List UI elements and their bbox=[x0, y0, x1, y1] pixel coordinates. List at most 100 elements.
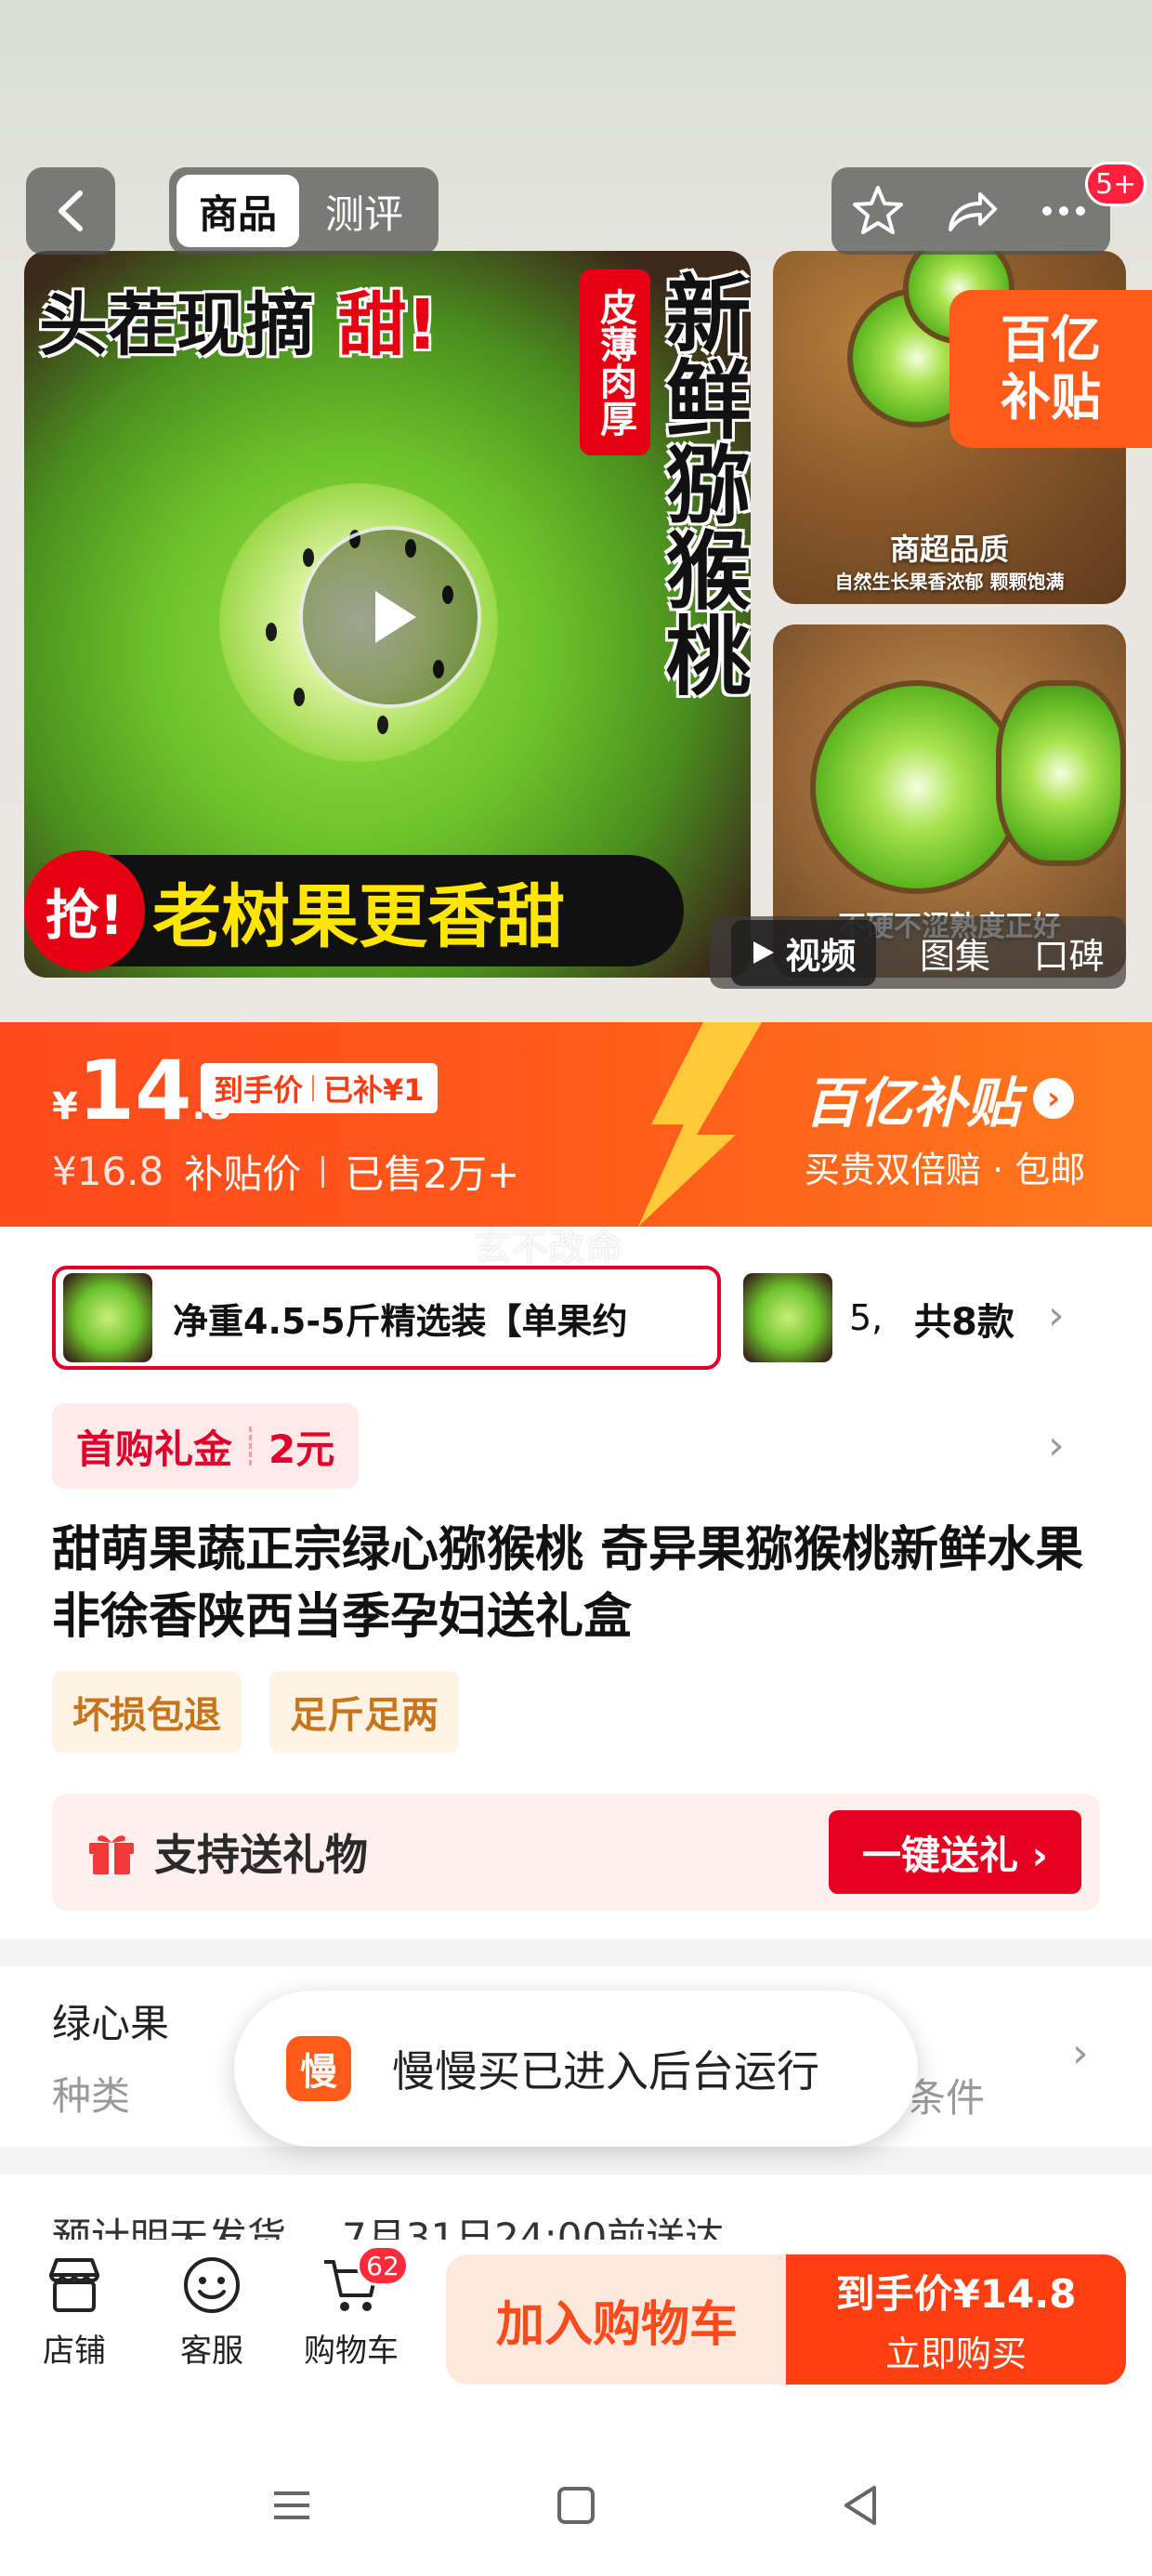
nav-cart-label: 购物车 bbox=[304, 2333, 399, 2370]
play-video-button[interactable] bbox=[299, 526, 481, 708]
old-price-label: 补贴价 bbox=[184, 1151, 302, 1197]
grab-icon: 抢! bbox=[24, 850, 145, 971]
sku-count[interactable]: 共8款 bbox=[914, 1292, 1015, 1346]
attribute-value: 绿心果 bbox=[52, 2001, 170, 2046]
subsidy-badge-line1: 百亿 bbox=[1001, 310, 1101, 369]
currency-symbol: ¥ bbox=[52, 1085, 78, 1128]
media-tab-gallery[interactable]: 图集 bbox=[920, 927, 990, 979]
menu-icon bbox=[274, 2491, 309, 2519]
buy-now-label: 立即购买 bbox=[884, 2333, 1027, 2374]
section-divider bbox=[0, 2147, 1152, 2175]
media-tab-video-label: 视频 bbox=[785, 935, 857, 977]
play-small-icon bbox=[753, 941, 775, 964]
buy-now-price: 到手价¥14.8 bbox=[835, 2271, 1077, 2317]
nav-service[interactable]: 客服 bbox=[156, 2253, 268, 2371]
more-icon[interactable] bbox=[1036, 183, 1092, 239]
favorite-star-icon[interactable] bbox=[850, 183, 906, 239]
thumb1-caption-title: 商超品质 bbox=[889, 532, 1009, 567]
bottom-action-bar: 店铺 客服 购物车 62 加入购物车 到手价¥14.8 立即购买 bbox=[0, 2240, 1152, 2422]
media-tab-reviews-label: 口碑 bbox=[1033, 935, 1105, 977]
kiwi-seed bbox=[294, 688, 305, 706]
sku-thumbnail bbox=[63, 1273, 152, 1362]
nav-shop[interactable]: 店铺 bbox=[19, 2253, 130, 2371]
sku-label: 净重4.5-5斤精选装【单果约 bbox=[173, 1300, 628, 1342]
subsidized-amount: 已补¥1 bbox=[323, 1072, 425, 1108]
sku-option[interactable]: 5, bbox=[743, 1266, 888, 1370]
image-headline: 头茬现摘 甜! bbox=[39, 269, 439, 369]
main-product-image[interactable]: 头茬现摘 甜! 皮薄肉厚 新鲜猕猴桃 抢! 老树果更香甜 bbox=[24, 251, 751, 978]
tag-separator bbox=[312, 1075, 315, 1101]
kiwi-seed bbox=[377, 716, 388, 734]
headline-prefix: 头茬现摘 bbox=[39, 285, 314, 365]
service-tags: 坏损包退 足斤足两 bbox=[52, 1671, 487, 1753]
product-title: 甜萌果蔬正宗绿心猕猴桃 奇异果猕猴桃新鲜水果非徐香陕西当季孕妇送礼盒 bbox=[52, 1522, 1084, 1645]
service-tag: 坏损包退 bbox=[52, 1671, 242, 1753]
product-gallery[interactable]: 头茬现摘 甜! 皮薄肉厚 新鲜猕猴桃 抢! 老树果更香甜 商超品质 自然生长果香… bbox=[0, 0, 1152, 1022]
nav-shop-label: 店铺 bbox=[43, 2333, 106, 2370]
price-banner[interactable]: ¥14.8 到手价 已补¥1 ¥16.8 补贴价 已售2万+ 百亿补贴 › 买贵… bbox=[0, 1022, 1152, 1227]
chevron-right-icon[interactable]: › bbox=[1048, 1292, 1065, 1339]
hand-price-tag: 到手价 已补¥1 bbox=[201, 1063, 438, 1113]
gift-label: 支持送礼物 bbox=[154, 1830, 368, 1880]
back-button[interactable] bbox=[26, 167, 115, 255]
play-icon bbox=[375, 591, 416, 643]
hand-price-label: 到手价 bbox=[214, 1072, 304, 1108]
first-purchase-coupon[interactable]: 首购礼金 2元 bbox=[52, 1403, 360, 1489]
customer-service-icon bbox=[184, 2257, 240, 2313]
sku-thumbnail bbox=[743, 1273, 832, 1362]
chevron-right-icon[interactable]: › bbox=[1072, 2030, 1089, 2077]
header-actions bbox=[831, 167, 1110, 255]
thumb1-caption-sub: 自然生长果香浓郁 颗颗饱满 bbox=[834, 571, 1065, 593]
media-tab-video[interactable]: 视频 bbox=[731, 919, 877, 986]
gift-section: 支持送礼物 一键送礼 › bbox=[52, 1794, 1100, 1911]
chevron-right-icon[interactable]: › bbox=[1048, 1422, 1065, 1469]
home-button[interactable] bbox=[548, 2477, 604, 2533]
price-integer: 14 bbox=[77, 1043, 192, 1138]
headline-highlight: 甜! bbox=[337, 285, 439, 365]
section-divider bbox=[0, 1939, 1152, 1966]
nav-service-label: 客服 bbox=[180, 2333, 243, 2370]
gift-icon bbox=[89, 1835, 134, 1874]
price-subline: ¥16.8 补贴价 已售2万+ bbox=[52, 1143, 519, 1200]
sku-option-selected[interactable]: 净重4.5-5斤精选装【单果约 bbox=[52, 1266, 721, 1370]
divider bbox=[321, 1155, 325, 1188]
service-tag: 足斤足两 bbox=[269, 1671, 459, 1753]
vertical-tag: 皮薄肉厚 bbox=[580, 269, 650, 455]
old-price: ¥16.8 bbox=[52, 1149, 164, 1194]
chevron-left-icon bbox=[59, 191, 83, 231]
subsidy-badge-line2: 补贴 bbox=[1001, 368, 1101, 427]
subsidy-program-logo[interactable]: 百亿补贴 › bbox=[805, 1059, 1075, 1137]
nav-cart[interactable]: 购物车 62 bbox=[295, 2245, 409, 2371]
kiwi-seed bbox=[303, 548, 314, 567]
tab-product[interactable]: 商品 bbox=[177, 175, 299, 247]
add-to-cart-button[interactable]: 加入购物车 bbox=[446, 2254, 788, 2385]
share-icon[interactable] bbox=[943, 183, 999, 239]
header-tabs: 商品 测评 bbox=[169, 167, 439, 255]
chevron-right-icon: › bbox=[1033, 1078, 1075, 1119]
tab-review[interactable]: 测评 bbox=[299, 175, 429, 247]
shop-icon bbox=[49, 2258, 99, 2312]
buy-now-button[interactable]: 到手价¥14.8 立即购买 bbox=[786, 2254, 1126, 2385]
sku-label: 5, bbox=[849, 1297, 884, 1338]
media-tabs: 视频 图集 口碑 bbox=[710, 916, 1126, 989]
promo-banner-text: 老树果更香甜 bbox=[152, 876, 565, 957]
toast-message: 慢慢买已进入后台运行 bbox=[392, 2046, 819, 2096]
system-navigation-bar bbox=[0, 2422, 1152, 2576]
system-back-button[interactable] bbox=[832, 2477, 888, 2533]
recent-apps-button[interactable] bbox=[264, 2477, 320, 2533]
subsidy-badge: 百亿 补贴 bbox=[949, 290, 1152, 448]
media-tab-reviews[interactable]: 口碑 bbox=[1034, 927, 1105, 979]
home-square-icon bbox=[557, 2487, 595, 2524]
attribute-key: 种类 bbox=[52, 2073, 131, 2119]
coupon-amount: 2元 bbox=[268, 1426, 335, 1472]
subsidy-program-desc: 买贵双倍赔 · 包邮 bbox=[805, 1150, 1086, 1190]
coupon-label: 首购礼金 bbox=[76, 1426, 233, 1472]
subsidy-program-name: 百亿补贴 bbox=[805, 1071, 1021, 1135]
lightning-decoration bbox=[638, 1022, 762, 1227]
promo-banner: 抢! 老树果更香甜 bbox=[24, 850, 684, 971]
kiwi-slice bbox=[810, 680, 1024, 894]
app-icon: 慢 bbox=[286, 2036, 351, 2101]
kiwi-slice bbox=[996, 680, 1126, 866]
attribute-right-text: 条件 bbox=[907, 2075, 986, 2121]
send-gift-button[interactable]: 一键送礼 › bbox=[829, 1810, 1081, 1894]
